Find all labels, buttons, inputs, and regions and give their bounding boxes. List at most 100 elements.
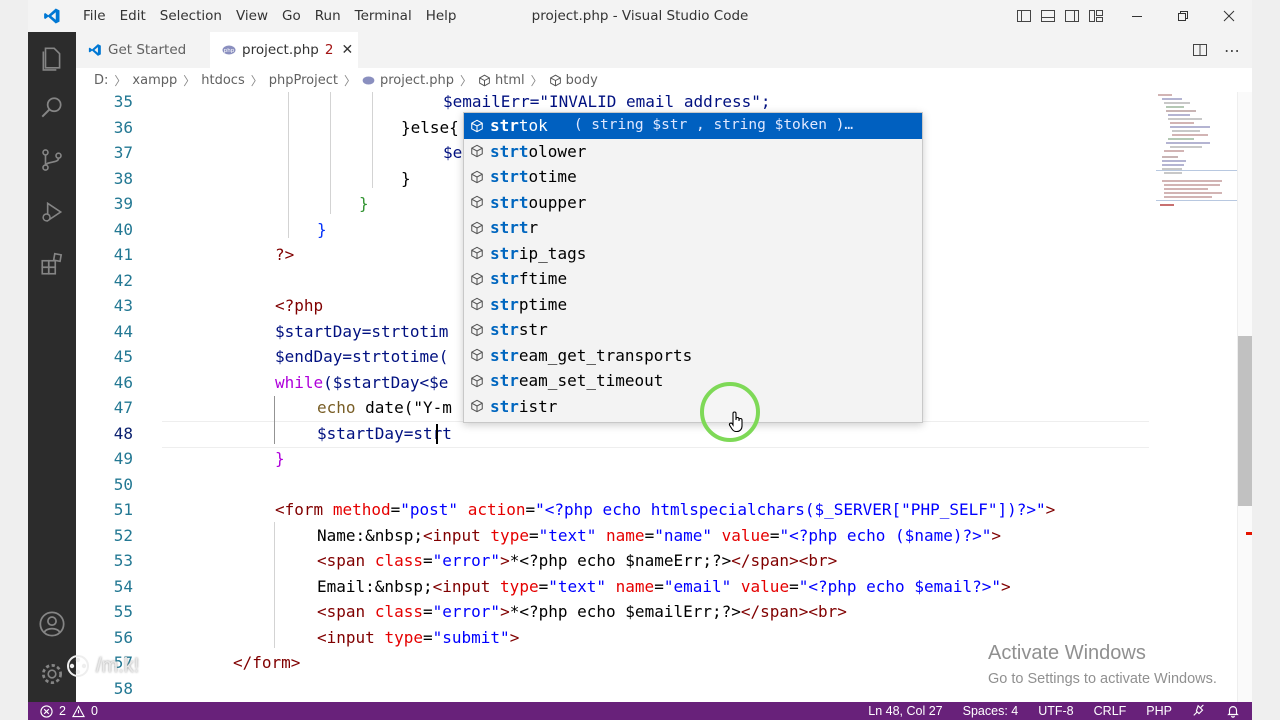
suggestion-item[interactable]: strt olower — [464, 139, 922, 165]
breadcrumb-htdocs[interactable]: htdocs — [201, 73, 244, 88]
menu-selection[interactable]: Selection — [153, 0, 229, 32]
breadcrumb-file[interactable]: project.php — [362, 73, 454, 88]
chevron-right-icon: 〉 — [250, 73, 263, 88]
tab-project-php[interactable]: php project.php 2 ✕ — [210, 32, 358, 68]
suggestion-item[interactable]: str str — [464, 317, 922, 343]
cursor-position[interactable]: Ln 48, Col 27 — [868, 704, 942, 718]
code-token: "error" — [432, 551, 501, 570]
language-mode[interactable]: PHP — [1146, 704, 1172, 718]
code-line: 53 <span class="error">*<?php echo $nameE… — [113, 551, 838, 570]
scrollbar-thumb[interactable] — [1238, 336, 1252, 506]
vertical-scrollbar[interactable] — [1237, 92, 1252, 702]
tab-label: project.php — [242, 42, 319, 58]
tab-get-started[interactable]: Get Started — [76, 32, 210, 68]
menu-file[interactable]: File — [76, 0, 113, 32]
breadcrumb-phpproject[interactable]: phpProject — [269, 73, 338, 88]
run-debug-icon[interactable] — [28, 188, 76, 236]
suggestion-item[interactable]: strt r — [464, 215, 922, 241]
suggestion-item[interactable]: str tok ( string $str , string $token )… — [464, 113, 922, 139]
suggestion-label: olower — [528, 141, 587, 161]
suggestion-item[interactable]: str istr — [464, 394, 922, 420]
menu-terminal[interactable]: Terminal — [348, 0, 419, 32]
breadcrumb-xampp[interactable]: xampp — [132, 73, 177, 88]
close-icon[interactable]: ✕ — [341, 42, 353, 58]
code-token: Name:&nbsp; — [317, 525, 423, 545]
breadcrumb-body[interactable]: body — [549, 73, 598, 88]
problems-status[interactable]: 2 0 — [28, 704, 98, 718]
explorer-icon[interactable] — [28, 34, 76, 82]
notifications-bell-icon[interactable] — [1226, 704, 1240, 718]
code-token: value — [740, 576, 790, 596]
suggestion-item[interactable]: str eam_set_timeout — [464, 368, 922, 394]
code-token: > — [1001, 576, 1011, 596]
code-token: *<?php echo $nameErr;?> — [509, 551, 732, 570]
breadcrumb-html[interactable]: html — [478, 73, 525, 88]
editor-tabs: Get Started php project.php 2 ✕ ⋯ — [76, 32, 1252, 68]
minimap[interactable] — [1156, 92, 1240, 222]
customize-layout-icon[interactable] — [1084, 0, 1108, 32]
feedback-icon[interactable] — [1192, 704, 1206, 718]
search-icon[interactable] — [28, 84, 76, 132]
code-token: < — [275, 500, 285, 519]
code-token: form — [284, 500, 324, 519]
symbol-method-icon — [468, 119, 486, 133]
symbol-method-icon — [468, 144, 486, 158]
menu-view[interactable]: View — [229, 0, 275, 32]
menu-run[interactable]: Run — [308, 0, 348, 32]
suggestion-item[interactable]: strt otime — [464, 164, 922, 190]
code-token: type — [384, 627, 423, 647]
code-token: input — [432, 525, 481, 545]
split-editor-icon[interactable] — [1192, 42, 1208, 58]
breadcrumb-drive[interactable]: D: — [94, 73, 108, 88]
code-token: = — [422, 627, 433, 647]
warning-icon — [71, 704, 85, 717]
line-ending[interactable]: CRLF — [1094, 704, 1127, 718]
indentation[interactable]: Spaces: 4 — [963, 704, 1019, 718]
code-token: < — [432, 576, 443, 596]
suggestion-label: ptime — [518, 294, 568, 314]
code-token: "submit" — [432, 627, 510, 647]
extensions-icon[interactable] — [28, 240, 76, 288]
menu-help[interactable]: Help — [419, 0, 464, 32]
encoding[interactable]: UTF-8 — [1038, 704, 1073, 718]
code-token: "text" — [538, 525, 597, 545]
error-marker — [1246, 532, 1252, 535]
source-control-icon[interactable] — [28, 136, 76, 184]
code-token: span — [326, 602, 366, 621]
menu-go[interactable]: Go — [275, 0, 308, 32]
symbol-method-icon — [468, 221, 486, 235]
suggestion-item[interactable]: str ip_tags — [464, 241, 922, 267]
code-line: 54 Email:&nbsp;<input type="text" name="e… — [113, 576, 1011, 596]
restore-button[interactable] — [1160, 0, 1206, 32]
toggle-primary-sidebar-icon[interactable] — [1012, 0, 1036, 32]
symbol-method-icon — [468, 297, 486, 311]
suggestion-item[interactable]: str ptime — [464, 292, 922, 318]
code-token: = — [422, 551, 433, 570]
suggestion-item[interactable]: strt oupper — [464, 190, 922, 216]
code-token: = — [422, 602, 433, 621]
menu-edit[interactable]: Edit — [113, 0, 153, 32]
code-token: > — [991, 525, 1002, 545]
suggestion-item[interactable]: str ftime — [464, 266, 922, 292]
close-window-button[interactable] — [1206, 0, 1252, 32]
code-token: type — [490, 525, 529, 545]
more-actions-icon[interactable]: ⋯ — [1224, 41, 1240, 60]
code-token: *<?php echo $emailErr;?> — [509, 602, 741, 621]
suggestion-item[interactable]: str eam_get_transports — [464, 343, 922, 369]
minimize-button[interactable] — [1114, 0, 1160, 32]
suggestion-label: otime — [528, 167, 577, 186]
toggle-panel-icon[interactable] — [1036, 0, 1060, 32]
code-token: input — [326, 627, 375, 647]
toggle-secondary-sidebar-icon[interactable] — [1060, 0, 1084, 32]
accounts-icon[interactable] — [28, 600, 76, 648]
suggestion-match: str — [490, 294, 519, 314]
suggestion-match: str — [490, 396, 519, 416]
code-token: "post" — [400, 500, 459, 519]
code-token: type — [500, 576, 539, 596]
